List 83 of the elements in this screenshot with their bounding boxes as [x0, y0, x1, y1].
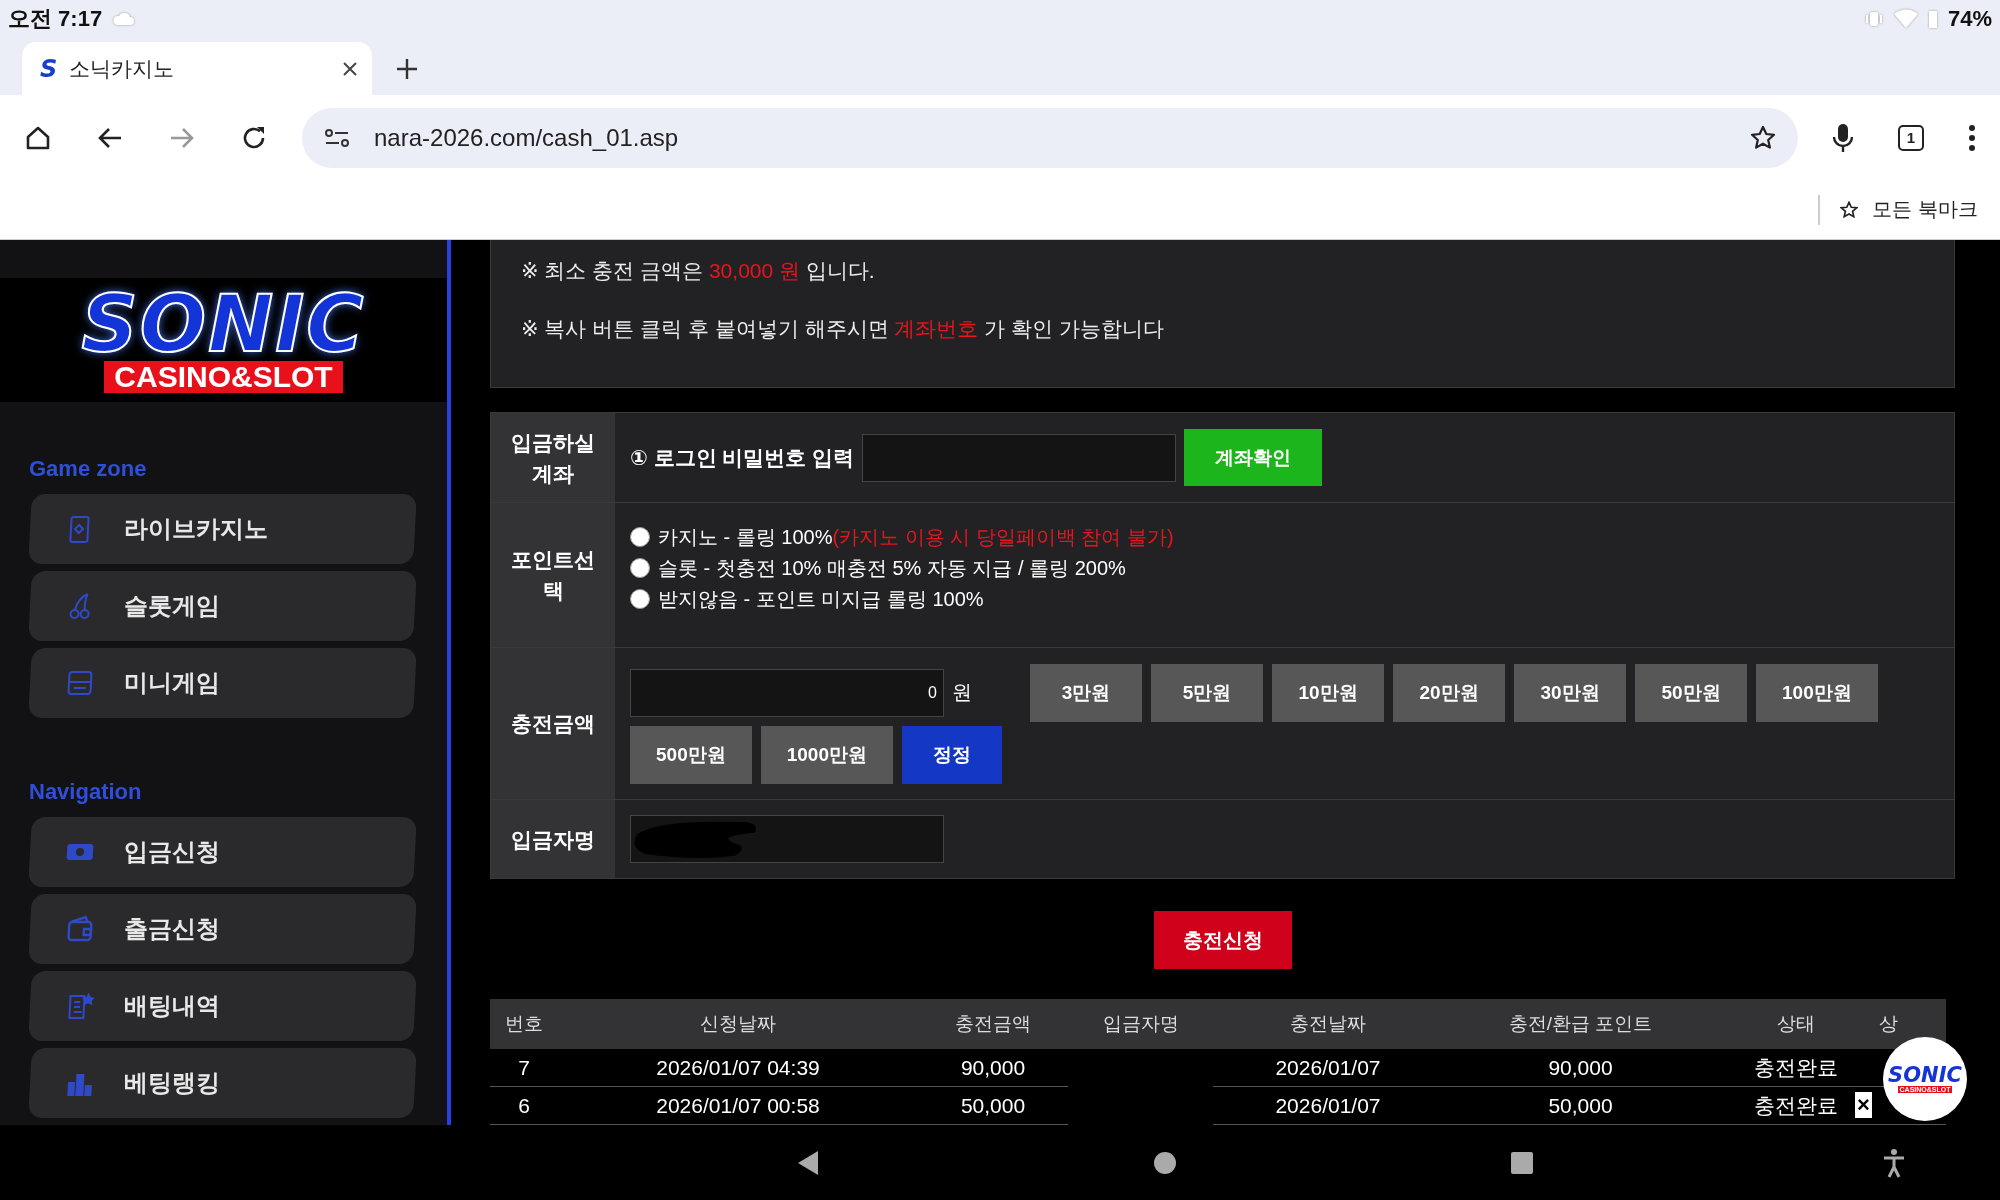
accessibility-icon[interactable]: [1882, 1147, 1906, 1178]
table-cell-text: 충전완료: [1753, 1054, 1838, 1081]
column-header: 상: [1878, 1012, 1899, 1036]
table-cell: 2026/01/07 04:39: [656, 1055, 820, 1080]
microphone-icon[interactable]: [1832, 122, 1854, 153]
table-cell: 7: [518, 1055, 530, 1080]
table-cell: 2026/01/07: [1275, 1093, 1381, 1118]
charge-request-button[interactable]: 충전신청: [1153, 911, 1292, 969]
column-header: 번호: [504, 1012, 544, 1036]
section-heading: Navigation: [28, 778, 143, 806]
column-header: 충전/환급 포인트: [1507, 1012, 1654, 1036]
section-heading: Game zone: [28, 455, 148, 483]
close-icon[interactable]: [342, 60, 358, 77]
panel-icon: [65, 668, 95, 698]
recent-apps-icon[interactable]: [1509, 1150, 1534, 1175]
amount-preset-button[interactable]: 3만원: [1030, 663, 1142, 722]
sidebar-item[interactable]: 미니게임: [28, 648, 417, 718]
sidebar-item[interactable]: 입금신청: [28, 817, 417, 887]
site-settings-icon[interactable]: [324, 127, 350, 148]
table-cell: 90,000: [960, 1055, 1026, 1080]
form-label: 충전금액: [491, 648, 615, 799]
wallet-icon: [65, 914, 95, 944]
sidebar-item[interactable]: 라이브카지노: [28, 494, 417, 564]
notice-text: ※ 최소 충전 금액은 30,000 원 입니다.: [521, 258, 876, 284]
form-label: 포인트선택: [491, 503, 615, 647]
column-header: 신청날짜: [699, 1012, 777, 1036]
column-header: 충전날짜: [1289, 1012, 1367, 1036]
column-header: 충전금액: [954, 1012, 1032, 1036]
vibrate-icon: [1863, 10, 1884, 28]
table-cell: 2026/01/07 00:58: [656, 1093, 820, 1118]
amount-preset-button[interactable]: 1000만원: [760, 725, 893, 784]
sidebar-item[interactable]: 출금신청: [28, 894, 417, 964]
amount-field[interactable]: 0: [630, 668, 944, 717]
password-prompt: ① 로그인 비밀번호 입력: [630, 444, 855, 471]
depositor-name-field[interactable]: [630, 815, 944, 863]
list-star-icon: [65, 991, 95, 1021]
point-option: 슬롯 - 첫충전 10% 매충전 5% 자동 지급 / 롤링 200%: [658, 554, 1126, 582]
amount-preset-button[interactable]: 50만원: [1635, 663, 1747, 722]
wifi-icon: [1893, 9, 1918, 29]
table-cell: 50,000: [1548, 1093, 1613, 1118]
table-cell: 90,000: [1548, 1055, 1613, 1080]
column-header: 입금자명: [1101, 1012, 1180, 1036]
amount-preset-button[interactable]: 5만원: [1151, 663, 1263, 722]
favicon: S: [40, 54, 58, 83]
browser-tab[interactable]: S 소닉카지노: [22, 42, 372, 95]
form-label: 입금자명: [491, 800, 615, 878]
tab-count-button[interactable]: 1: [1898, 124, 1924, 151]
radio-button[interactable]: [630, 558, 650, 578]
close-button[interactable]: ×: [1855, 1092, 1872, 1118]
radio-button[interactable]: [630, 527, 650, 547]
sidebar-item[interactable]: 베팅랭킹: [28, 1048, 417, 1118]
reset-button[interactable]: 정정: [902, 725, 1002, 784]
star-icon: [1840, 200, 1859, 219]
notice-text: ※ 복사 버튼 클릭 후 붙여넣기 해주시면 계좌번호 가 확인 가능합니다: [521, 316, 1165, 342]
status-time: 오전 7:17: [8, 5, 103, 33]
sidebar-item[interactable]: 슬롯게임: [28, 571, 417, 641]
sidebar-item[interactable]: 배팅내역: [28, 971, 417, 1041]
bookmarks-button[interactable]: 모든 북마크: [1818, 194, 1978, 225]
table-cell: 6: [518, 1093, 530, 1118]
currency-unit: 원: [952, 680, 972, 705]
amount-preset-button[interactable]: 100만원: [1756, 663, 1878, 722]
cloud-icon: [112, 12, 135, 26]
table-cell-text: 충전완료: [1753, 1092, 1838, 1119]
amount-preset-button[interactable]: 30만원: [1514, 663, 1626, 722]
radio-button[interactable]: [630, 589, 650, 609]
table-cell: 50,000: [960, 1093, 1026, 1118]
menu-icon[interactable]: [1968, 124, 1976, 151]
password-field[interactable]: [862, 433, 1177, 482]
star-icon[interactable]: [1750, 124, 1776, 151]
back-icon[interactable]: [796, 1149, 821, 1176]
table-cell: 2026/01/07: [1275, 1055, 1381, 1080]
address-bar[interactable]: nara-2026.com/cash_01.asp: [302, 107, 1798, 168]
amount-preset-button[interactable]: 10만원: [1272, 663, 1384, 722]
battery-level: 74%: [1947, 6, 1992, 32]
amount-preset-button[interactable]: 20만원: [1393, 663, 1505, 722]
point-option: 카지노 - 롤링 100%(카지노 이용 시 당일페이백 참여 불가): [658, 523, 1174, 551]
home-icon[interactable]: [1153, 1150, 1177, 1175]
amount-preset-button[interactable]: 500만원: [630, 725, 752, 784]
form-label: 입금하실 계좌: [491, 413, 615, 502]
new-tab-icon[interactable]: [396, 58, 418, 80]
column-header: 상태: [1775, 1012, 1816, 1036]
battery-icon: [1927, 9, 1938, 29]
point-option: 받지않음 - 포인트 미지급 롤링 100%: [658, 585, 984, 613]
